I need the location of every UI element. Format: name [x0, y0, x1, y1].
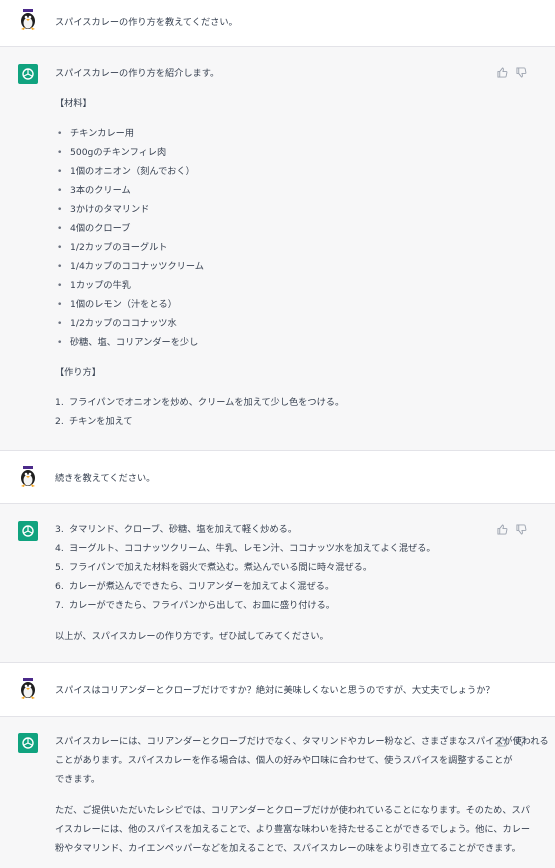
user-avatar-icon: [17, 466, 39, 488]
list-item: 3かけのタマリンド: [55, 200, 495, 219]
user-prompt-text: スパイスカレーの作り方を教えてください。: [55, 17, 238, 28]
list-item: チキンカレー用: [55, 124, 495, 143]
list-item: 砂糖、塩、コリアンダーを少し: [55, 333, 495, 352]
list-item: 1個のオニオン（刻んでおく）: [55, 162, 495, 181]
assistant-message-3: スパイスカレーには、コリアンダーとクローブだけでなく、タマリンドやカレー粉など、…: [0, 717, 555, 868]
message-text: 続きを教えてください。: [55, 469, 495, 488]
user-message-2: 続きを教えてください。: [0, 451, 555, 504]
assistant-message-1: スパイスカレーの作り方を紹介します。 【材料】 チキンカレー用 500gのチキン…: [0, 47, 555, 451]
materials-heading: 【材料】: [55, 98, 92, 109]
list-item: 7. カレーができたら、フライパンから出して、お皿に盛り付ける。: [55, 600, 335, 611]
list-item: 5. フライパンで加えた材料を弱火で煮込む。煮込んでいる間に時々混ぜる。: [55, 562, 373, 573]
paragraph-line: スパイスカレーには、コリアンダーとクローブだけでなく、タマリンドやカレー粉など、…: [55, 736, 549, 747]
steps-list: 3. タマリンド、クローブ、砂糖、塩を加えて軽く炒める。 4. ヨーグルト、ココナッ…: [55, 520, 495, 615]
list-item: 4個のクローブ: [55, 219, 495, 238]
message-text: スパイスカレーの作り方を教えてください。: [55, 13, 495, 32]
user-message-1: スパイスカレーの作り方を教えてください。: [0, 0, 555, 47]
outro-text: 以上が、スパイスカレーの作り方です。ぜひ試してみてください。: [55, 631, 329, 642]
feedback-buttons: [497, 524, 527, 535]
user-avatar-icon: [17, 678, 39, 700]
method-heading: 【作り方】: [55, 367, 101, 378]
openai-logo-icon: [18, 733, 38, 753]
paragraph-line: ただ、ご提供いただいたレシピでは、コリアンダーとクローブだけが使われていることに…: [55, 805, 530, 816]
paragraph-line: イスカレーには、他のスパイスを加えることで、より豊富な味わいを持たせることができ…: [55, 824, 531, 835]
user-message-3: スパイスはコリアンダーとクローブだけですか？絶対に美味しくないと思うのですが、大…: [0, 663, 555, 717]
assistant-message-2: 3. タマリンド、クローブ、砂糖、塩を加えて軽く炒める。 4. ヨーグルト、ココナッ…: [0, 504, 555, 663]
user-avatar-icon: [17, 7, 39, 31]
intro-text: スパイスカレーの作り方を紹介します。: [55, 68, 220, 79]
message-text: 3. タマリンド、クローブ、砂糖、塩を加えて軽く炒める。 4. ヨーグルト、ココナッ…: [55, 520, 495, 646]
paragraph-line: できます。: [55, 774, 101, 785]
list-item: 3. タマリンド、クローブ、砂糖、塩を加えて軽く炒める。: [55, 524, 298, 535]
thumbs-down-icon[interactable]: [516, 524, 527, 535]
list-item: 3本のクリーム: [55, 181, 495, 200]
feedback-buttons: [497, 67, 527, 78]
paragraph-line: 粉やタマリンド、カイエンペッパーなどを加えることで、スパイスカレーの味をより引き…: [55, 843, 521, 854]
message-text: スパイスカレーの作り方を紹介します。 【材料】 チキンカレー用 500gのチキン…: [55, 64, 495, 431]
user-prompt-text: 続きを教えてください。: [55, 473, 156, 484]
list-item: 1/2カップのココナッツ水: [55, 314, 495, 333]
list-item: 6. カレーが煮込んでできたら、コリアンダーを加えてよく混ぜる。: [55, 581, 335, 592]
steps-list: 1. フライパンでオニオンを炒め、クリームを加えて少し色をつける。 2. チキンを加…: [55, 393, 495, 431]
message-text: スパイスカレーには、コリアンダーとクローブだけでなく、タマリンドやカレー粉など、…: [55, 732, 549, 858]
list-item: 1/2カップのヨーグルト: [55, 238, 495, 257]
paragraph-line: ことがあります。スパイスカレーを作る場合は、個人の好みや口味に合わせて、使うスパ…: [55, 755, 513, 766]
message-text: スパイスはコリアンダーとクローブだけですか？絶対に美味しくないと思うのですが、大…: [55, 681, 535, 700]
list-item: 500gのチキンフィレ肉: [55, 143, 495, 162]
openai-logo-icon: [18, 521, 38, 541]
list-item: 4. ヨーグルト、ココナッツクリーム、牛乳、レモン汁、ココナッツ水を加えてよく混ぜ…: [55, 543, 436, 554]
list-item: 1. フライパンでオニオンを炒め、クリームを加えて少し色をつける。: [55, 397, 345, 408]
user-prompt-text: スパイスはコリアンダーとクローブだけですか？絶対に美味しくないと思うのですが、大…: [55, 685, 495, 696]
materials-list: チキンカレー用 500gのチキンフィレ肉 1個のオニオン（刻んでおく） 3本のク…: [55, 124, 495, 352]
thumbs-up-icon[interactable]: [497, 67, 508, 78]
list-item: 2. チキンを加えて: [55, 416, 133, 427]
list-item: 1カップの牛乳: [55, 276, 495, 295]
thumbs-up-icon[interactable]: [497, 524, 508, 535]
thumbs-down-icon[interactable]: [516, 67, 527, 78]
list-item: 1/4カップのココナッツクリーム: [55, 257, 495, 276]
openai-logo-icon: [18, 64, 38, 84]
list-item: 1個のレモン（汁をとる）: [55, 295, 495, 314]
